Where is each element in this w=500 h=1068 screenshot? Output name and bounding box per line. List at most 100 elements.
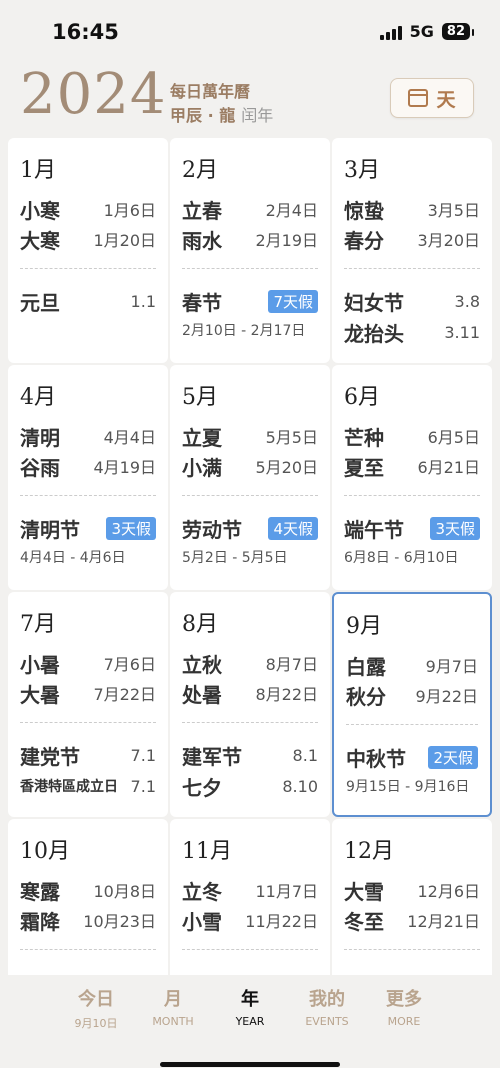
solar-term-row: 惊蛰 3月5日: [344, 196, 480, 223]
header: 2024 每日萬年曆 甲辰 · 龍闰年 天: [0, 62, 500, 132]
holiday-row: 中秋节 2天假: [346, 744, 478, 771]
status-indicators: 5G 82: [379, 22, 475, 41]
holiday-row: 龙抬头 3.11: [344, 319, 480, 346]
holiday-row: 建党节 7.1: [20, 742, 156, 769]
divider: [20, 268, 156, 269]
solar-term-date: 4月19日: [93, 458, 156, 477]
solar-term-row: 霜降 10月23日: [20, 907, 156, 934]
holiday-row: 端午节 3天假: [344, 515, 480, 542]
tab-more[interactable]: 更多 MORE: [364, 985, 444, 1028]
holiday-badge: 7天假: [268, 289, 318, 313]
solar-term-row: 立秋 8月7日: [182, 650, 318, 677]
month-card[interactable]: 12月 大雪 12月6日 冬至 12月21日: [332, 819, 492, 975]
holiday-badge: 3天假: [106, 516, 156, 540]
month-card[interactable]: 9月 白露 9月7日 秋分 9月22日 中秋节 2天假 9月15日 - 9月16日: [332, 592, 492, 817]
month-card[interactable]: 1月小寒 1月6日 大寒 1月20日 元旦 1.1: [8, 138, 168, 363]
ganzhi-label: 甲辰 · 龍闰年: [170, 102, 273, 126]
month-title: 10月: [20, 839, 70, 864]
holiday-name: 劳动节: [182, 517, 242, 542]
home-indicator: [160, 1062, 340, 1067]
month-card[interactable]: 7月 小暑 7月6日 大暑 7月22日 建党节 7.1 香港特區成立日 7.1: [8, 592, 168, 817]
tab-subtitle: MONTH: [152, 1015, 194, 1028]
tab-subtitle: MORE: [387, 1015, 421, 1028]
month-title: 11月: [182, 839, 232, 864]
solar-term-date: 2月4日: [265, 201, 318, 220]
holiday-row: 元旦 1.1: [20, 288, 156, 315]
solar-term-date: 12月21日: [407, 912, 480, 931]
holiday-row: 七夕 8.10: [182, 773, 318, 800]
tab-subtitle: EVENTS: [305, 1015, 349, 1028]
day-view-button[interactable]: 天: [390, 78, 474, 118]
solar-term-name: 秋分: [346, 684, 386, 709]
tab-title: 我的: [309, 989, 345, 1010]
solar-term-name: 立冬: [182, 879, 222, 904]
solar-term-date: 6月5日: [427, 428, 480, 447]
month-title: 1月: [20, 158, 56, 183]
divider: [344, 949, 480, 950]
solar-term-row: 寒露 10月8日: [20, 877, 156, 904]
app-title: 每日萬年曆: [170, 82, 251, 101]
holiday-date: 1.1: [130, 291, 156, 311]
solar-term-row: 小寒 1月6日: [20, 196, 156, 223]
holiday-badge: 2天假: [428, 745, 478, 769]
solar-term-row: 芒种 6月5日: [344, 423, 480, 450]
solar-term-date: 3月5日: [427, 201, 480, 220]
divider: [20, 949, 156, 950]
holiday-name: 建军节: [182, 744, 242, 769]
divider: [20, 722, 156, 723]
solar-term-row: 小雪 11月22日: [182, 907, 318, 934]
holiday-name: 香港特區成立日: [20, 779, 118, 795]
month-card[interactable]: 2月 立春 2月4日 雨水 2月19日 春节 7天假 2月10日 - 2月17日: [170, 138, 330, 363]
solar-term-date: 8月7日: [265, 655, 318, 674]
tab-title: 月: [164, 989, 182, 1010]
solar-term-date: 7月22日: [93, 685, 156, 704]
month-card[interactable]: 6月 芒种 6月5日 夏至 6月21日 端午节 3天假 6月8日 - 6月10日: [332, 365, 492, 590]
holiday-date: 8.1: [292, 745, 318, 765]
holiday-range: 5月2日 - 5月5日: [182, 550, 288, 566]
holiday-badge: 4天假: [268, 516, 318, 540]
solar-term-name: 小满: [182, 455, 222, 480]
solar-term-row: 春分 3月20日: [344, 226, 480, 253]
holiday-range: 6月8日 - 6月10日: [344, 550, 459, 566]
solar-term-name: 小雪: [182, 909, 222, 934]
solar-term-date: 1月20日: [93, 231, 156, 250]
tab-events[interactable]: 我的 EVENTS: [287, 985, 367, 1028]
holiday-date: 7.1: [130, 745, 156, 765]
solar-term-date: 7月6日: [103, 655, 156, 674]
holiday-row: 春节 7天假: [182, 288, 318, 315]
month-card[interactable]: 10月寒露 10月8日 霜降 10月23日: [8, 819, 168, 975]
signal-icon: [379, 24, 402, 40]
holiday-name: 七夕: [182, 775, 222, 800]
month-card[interactable]: 4月 清明 4月4日 谷雨 4月19日 清明节 3天假 4月4日 - 4月6日: [8, 365, 168, 590]
battery-icon: 82: [441, 23, 475, 40]
solar-term-date: 8月22日: [255, 685, 318, 704]
solar-term-row: 大寒 1月20日: [20, 226, 156, 253]
month-card[interactable]: 3月 惊蛰 3月5日 春分 3月20日 妇女节 3.8 龙抬头 3.11: [332, 138, 492, 363]
month-card[interactable]: 5月 立夏 5月5日 小满 5月20日 劳动节 4天假 5月2日 - 5月5日: [170, 365, 330, 590]
solar-term-row: 小暑 7月6日: [20, 650, 156, 677]
solar-term-name: 小寒: [20, 198, 60, 223]
solar-term-row: 秋分 9月22日: [346, 682, 478, 709]
month-card[interactable]: 8月 立秋 8月7日 处暑 8月22日 建军节 8.1 七夕 8.10: [170, 592, 330, 817]
tab-month[interactable]: 月 MONTH: [133, 985, 213, 1028]
month-title: 9月: [346, 614, 382, 639]
holiday-row: 建军节 8.1: [182, 742, 318, 769]
solar-term-name: 芒种: [344, 425, 384, 450]
tab-bar: 今日 9月10日 月 MONTH 年 YEAR 我的 EVENTS 更多 MORE: [0, 975, 500, 1068]
ganzhi-text: 甲辰 · 龍: [170, 106, 236, 125]
solar-term-name: 大雪: [344, 879, 384, 904]
tab-9-10-[interactable]: 今日 9月10日: [56, 985, 136, 1031]
solar-term-row: 处暑 8月22日: [182, 680, 318, 707]
status-bar: 16:45 5G 82: [0, 0, 500, 66]
month-card[interactable]: 11月立冬 11月7日 小雪 11月22日: [170, 819, 330, 975]
tab-year[interactable]: 年 YEAR: [210, 985, 290, 1028]
solar-term-date: 5月5日: [265, 428, 318, 447]
solar-term-name: 白露: [346, 654, 386, 679]
month-title: 3月: [344, 158, 380, 183]
solar-term-name: 清明: [20, 425, 60, 450]
holiday-name: 元旦: [20, 290, 60, 315]
holiday-name: 妇女节: [344, 290, 404, 315]
solar-term-row: 谷雨 4月19日: [20, 453, 156, 480]
divider: [344, 268, 480, 269]
solar-term-row: 立冬 11月7日: [182, 877, 318, 904]
